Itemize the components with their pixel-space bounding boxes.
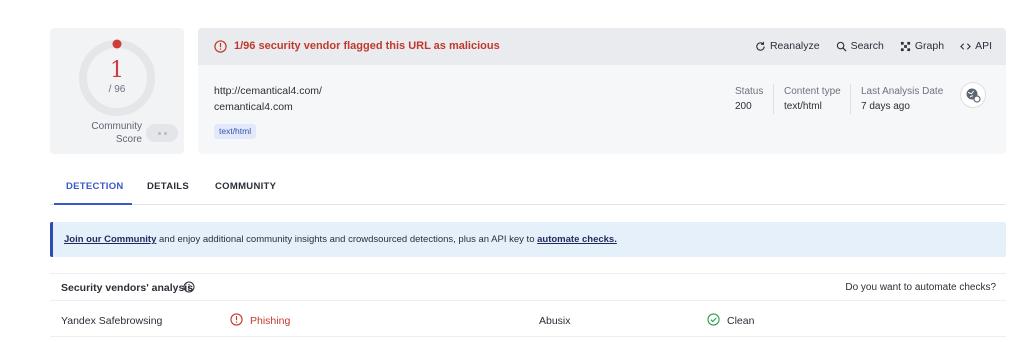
detection-total: / 96 <box>108 84 126 95</box>
api-button[interactable]: API <box>960 40 992 52</box>
search-button[interactable]: Search <box>836 40 884 52</box>
content-type-meta: Content type text/html <box>784 86 841 112</box>
search-icon <box>836 41 847 52</box>
alert-circle-icon <box>230 313 243 326</box>
community-score-toggle[interactable] <box>146 124 178 142</box>
malicious-alert-bar: 1/96 security vendor flagged this URL as… <box>198 28 1006 65</box>
automate-checks-question[interactable]: Do you want to automate checks? <box>845 282 996 293</box>
detection-score: 1 <box>110 58 124 83</box>
content-type-tag[interactable]: text/html <box>214 124 257 139</box>
scanned-domain[interactable]: cemantical4.com <box>214 101 293 113</box>
community-score-label: Community Score <box>91 121 142 145</box>
tab-details[interactable]: DETAILS <box>147 181 189 192</box>
graph-button[interactable]: Graph <box>900 40 944 52</box>
api-icon <box>960 42 971 50</box>
reanalyze-button[interactable]: Reanalyze <box>755 40 820 52</box>
graph-icon <box>900 41 910 51</box>
banner-message: and enjoy additional community insights … <box>156 234 538 245</box>
vendors-analysis-title: Security vendors' analysis <box>61 282 194 294</box>
vendor-result: Clean <box>727 315 755 327</box>
vendor-name: Abusix <box>539 315 571 327</box>
refresh-icon <box>756 41 765 51</box>
tab-detection[interactable]: DETECTION <box>66 181 124 192</box>
url-globe-button[interactable] <box>960 82 986 108</box>
alert-circle-icon <box>214 40 227 53</box>
check-circle-icon <box>707 313 720 326</box>
scanned-url[interactable]: http://cemantical4.com/ <box>214 85 322 97</box>
community-banner: Join our Community and enjoy additional … <box>50 222 1006 257</box>
alert-text: 1/96 security vendor flagged this URL as… <box>234 40 500 52</box>
vendors-analysis-header: Security vendors' analysis Do you want t… <box>50 273 1006 301</box>
community-score-card: 1 / 96 Community Score <box>50 28 184 154</box>
status-meta: Status 200 <box>735 86 764 112</box>
join-community-link[interactable]: Join our Community <box>64 234 156 245</box>
meta-divider <box>773 84 774 114</box>
automate-checks-link[interactable]: automate checks. <box>537 234 617 245</box>
active-tab-indicator <box>54 203 132 205</box>
tab-community[interactable]: COMMUNITY <box>215 181 276 192</box>
url-summary-panel: 1/96 security vendor flagged this URL as… <box>198 28 1006 154</box>
table-row: Yandex Safebrowsing Phishing Abusix Clea… <box>50 305 1006 337</box>
last-analysis-meta: Last Analysis Date 7 days ago <box>861 86 944 112</box>
info-icon[interactable] <box>183 281 195 293</box>
detail-tabs: DETECTION DETAILS COMMUNITY <box>50 181 1006 205</box>
meta-divider <box>850 84 851 114</box>
vendor-name: Yandex Safebrowsing <box>61 315 163 327</box>
vendor-result: Phishing <box>250 315 291 327</box>
globe-link-icon <box>966 88 981 103</box>
